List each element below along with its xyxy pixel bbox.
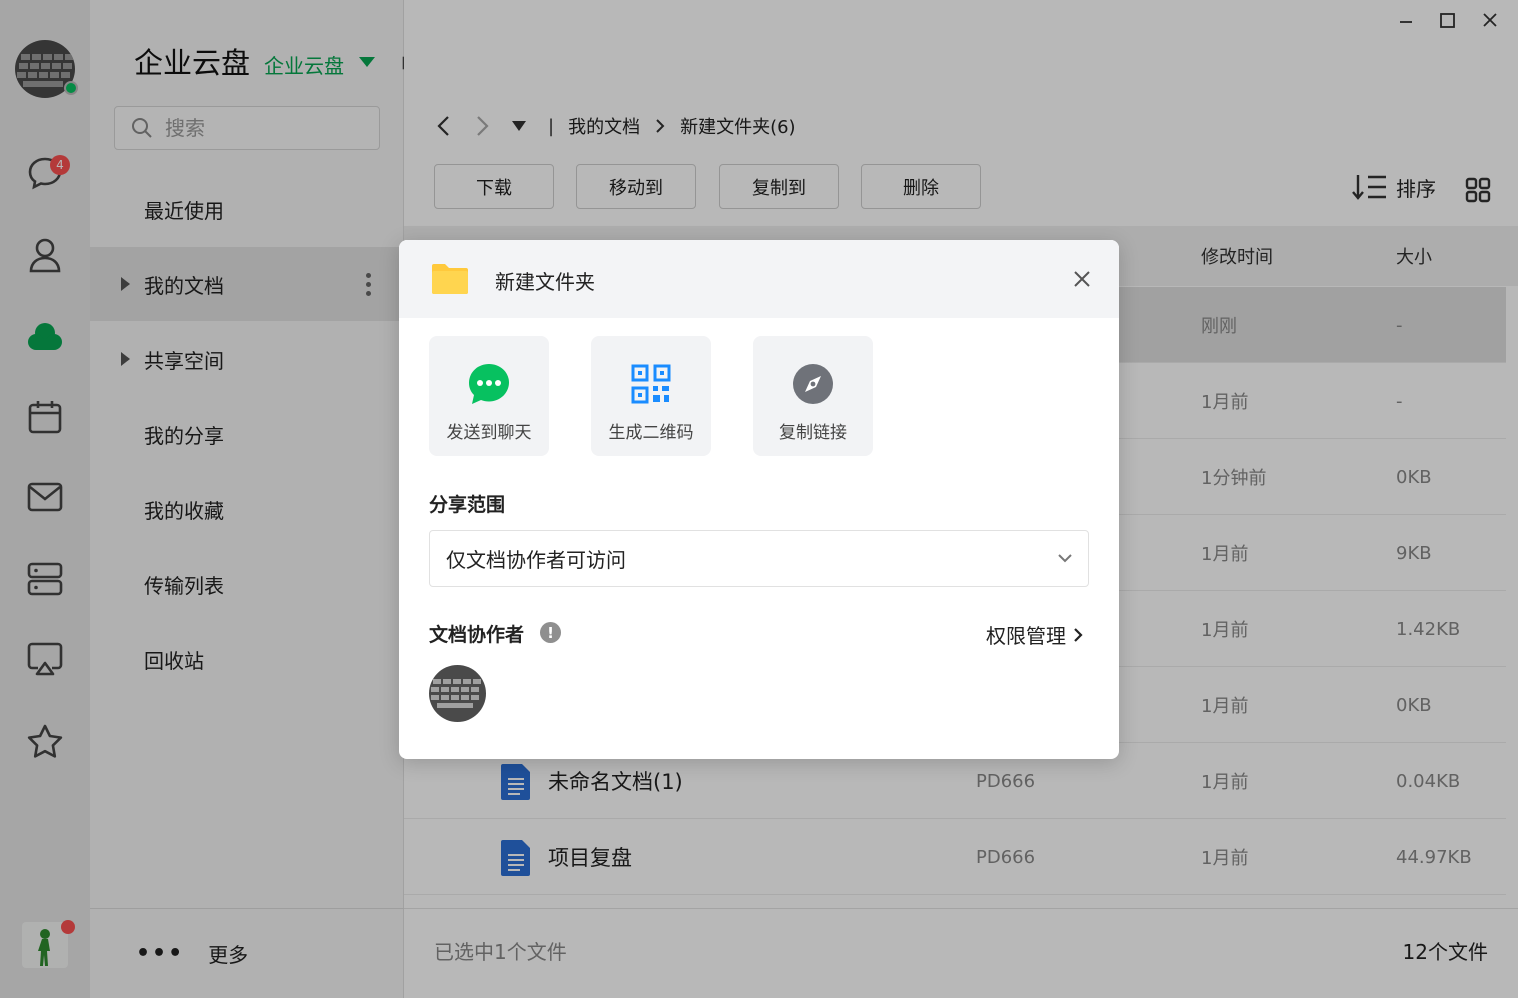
compass-link-icon: [791, 362, 835, 406]
qr-code-icon: [629, 362, 673, 406]
share-scope-select[interactable]: 仅文档协作者可访问: [429, 530, 1089, 587]
info-icon[interactable]: !: [540, 622, 561, 643]
folder-icon: [432, 264, 468, 294]
copy-link-button[interactable]: 复制链接: [753, 336, 873, 456]
chevron-down-icon: [1058, 554, 1072, 563]
share-dialog: 新建文件夹 发送到聊天 生成二维码 复制链接 分享范围 仅文档协作者可访问 文档…: [399, 240, 1119, 759]
perm-label: 权限管理: [986, 624, 1066, 648]
share-scope-value: 仅文档协作者可访问: [446, 548, 626, 572]
dialog-title: 新建文件夹: [495, 270, 595, 294]
close-icon[interactable]: [1071, 268, 1093, 290]
tile-label: 发送到聊天: [446, 423, 532, 443]
collaborator-avatar[interactable]: [429, 665, 486, 722]
tile-label: 生成二维码: [608, 423, 694, 443]
chevron-right-icon: [1074, 627, 1083, 642]
tile-label: 复制链接: [779, 423, 847, 443]
chat-bubble-icon: [467, 362, 511, 406]
dialog-header: 新建文件夹: [399, 240, 1119, 318]
generate-qr-button[interactable]: 生成二维码: [591, 336, 711, 456]
share-scope-title: 分享范围: [429, 494, 506, 516]
collaborators-title: 文档协作者: [429, 624, 525, 646]
permission-management-link[interactable]: 权限管理: [986, 620, 1084, 649]
send-to-chat-button[interactable]: 发送到聊天: [429, 336, 549, 456]
